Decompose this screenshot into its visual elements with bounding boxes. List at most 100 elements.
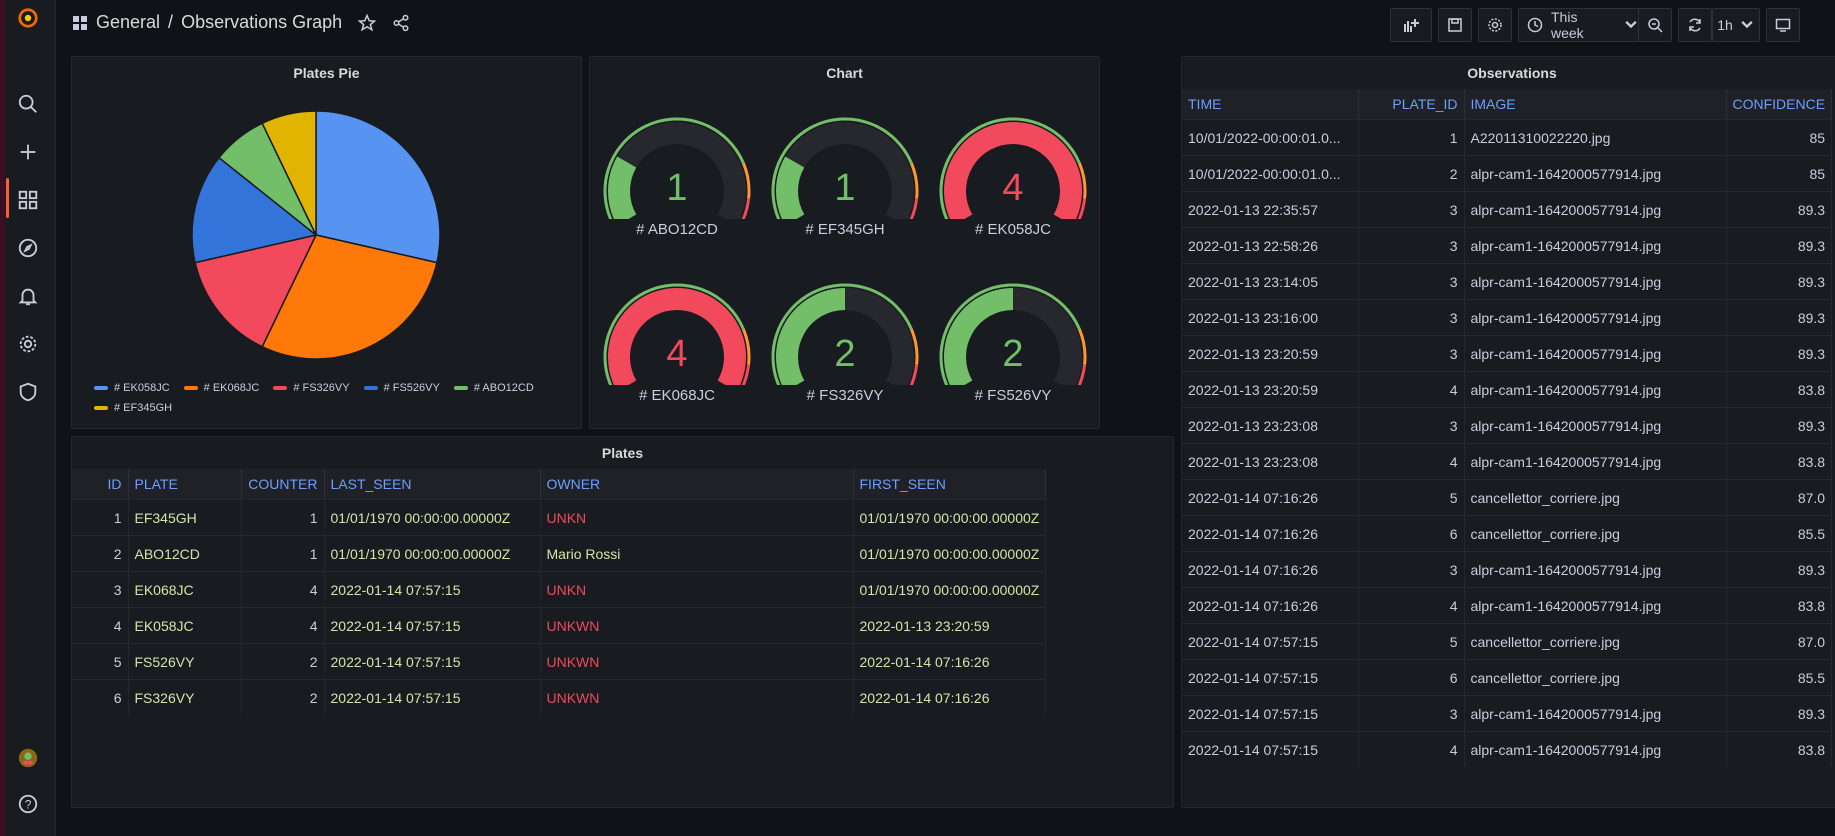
- column-header-last-seen[interactable]: LAST_SEEN: [324, 469, 541, 500]
- table-row[interactable]: 5 FS526VY 2 2022-01-14 07:57:15 UNKWN 2022-01…: [72, 643, 1047, 680]
- table-row[interactable]: 3 EK068JC 4 2022-01-14 07:57:15 UNKN 01/01/19…: [72, 571, 1047, 608]
- table-row[interactable]: 2022-01-14 07:57:15 5 cancellettor_corrier…: [1182, 623, 1833, 660]
- column-header-time[interactable]: TIME: [1182, 89, 1359, 120]
- gauge[interactable]: 1 # ABO12CD: [602, 109, 752, 249]
- table-row[interactable]: 2022-01-14 07:57:15 4 alpr-cam1-1642000577…: [1182, 731, 1833, 767]
- table-row[interactable]: 2022-01-13 23:20:59 4 alpr-cam1-1642000577…: [1182, 371, 1833, 408]
- table-row[interactable]: 10/01/2022-00:00:01.0... 1 A22011310022220…: [1182, 119, 1833, 156]
- legend-item[interactable]: # EF345GH: [94, 402, 172, 414]
- cell-image: A22011310022220.jpg: [1464, 119, 1727, 156]
- cell-image: alpr-cam1-1642000577914.jpg: [1464, 731, 1727, 767]
- cell-time: 10/01/2022-00:00:01.0...: [1182, 155, 1359, 192]
- plates-table: ID PLATE COUNTER LAST_SEEN OWNER FIRST_S…: [72, 469, 1047, 715]
- table-row[interactable]: 2022-01-14 07:57:15 6 cancellettor_corrier…: [1182, 659, 1833, 696]
- tv-mode-button[interactable]: [1766, 8, 1800, 42]
- table-row[interactable]: 2022-01-14 07:16:26 3 alpr-cam1-1642000577…: [1182, 551, 1833, 588]
- column-header-counter[interactable]: COUNTER: [241, 469, 325, 500]
- cell-last-seen: 2022-01-14 07:57:15: [324, 607, 541, 644]
- zoom-out-button[interactable]: [1638, 8, 1672, 42]
- star-icon[interactable]: [358, 13, 377, 32]
- gauge[interactable]: 4 # EK068JC: [602, 275, 752, 415]
- active-indicator: [6, 178, 9, 218]
- column-header-id[interactable]: ID: [72, 469, 129, 500]
- table-row[interactable]: 2022-01-13 23:20:59 3 alpr-cam1-1642000577…: [1182, 335, 1833, 372]
- save-dashboard-button[interactable]: [1438, 8, 1472, 42]
- grafana-logo-icon[interactable]: [14, 4, 42, 32]
- gauge[interactable]: 2 # FS526VY: [938, 275, 1088, 415]
- shield-icon[interactable]: [14, 378, 42, 406]
- cell-last-seen: 2022-01-14 07:57:15: [324, 571, 541, 608]
- legend-label: # ABO12CD: [473, 382, 534, 394]
- cell-confidence: 85.5: [1726, 659, 1833, 696]
- time-range-label: This week: [1551, 9, 1584, 41]
- cell-counter: 1: [241, 535, 325, 572]
- column-header-plate[interactable]: PLATE: [128, 469, 242, 500]
- cell-id: 3: [72, 571, 129, 608]
- table-row[interactable]: 10/01/2022-00:00:01.0... 2 alpr-cam1-16420…: [1182, 155, 1833, 192]
- legend-item[interactable]: # ABO12CD: [453, 382, 534, 394]
- cell-plate-id: 3: [1358, 335, 1465, 372]
- share-icon[interactable]: [392, 14, 410, 32]
- legend-item[interactable]: # FS326VY: [273, 382, 350, 394]
- cell-image: alpr-cam1-1642000577914.jpg: [1464, 551, 1727, 588]
- refresh-interval-picker[interactable]: 1h: [1712, 8, 1760, 42]
- cell-plate-id: 4: [1358, 371, 1465, 408]
- table-row[interactable]: 2 ABO12CD 1 01/01/1970 00:00:00.00000Z Mario…: [72, 535, 1047, 572]
- column-header-confidence[interactable]: CONFIDENCE: [1726, 89, 1833, 120]
- gauge[interactable]: 1 # EF345GH: [770, 109, 920, 249]
- table-row[interactable]: 2022-01-14 07:16:26 5 cancellettor_corrier…: [1182, 479, 1833, 516]
- table-row[interactable]: 1 EF345GH 1 01/01/1970 00:00:00.00000Z UNKN 0…: [72, 499, 1047, 536]
- alerting-bell-icon[interactable]: [14, 282, 42, 310]
- table-row[interactable]: 2022-01-14 07:16:26 6 cancellettor_corrier…: [1182, 515, 1833, 552]
- time-range-picker[interactable]: This week: [1518, 8, 1640, 42]
- user-avatar[interactable]: [14, 744, 42, 772]
- cell-plate-id: 4: [1358, 443, 1465, 480]
- settings-gear-icon[interactable]: [14, 330, 42, 358]
- cell-image: cancellettor_corriere.jpg: [1464, 479, 1727, 516]
- table-header-row: ID PLATE COUNTER LAST_SEEN OWNER FIRST_S…: [72, 469, 1047, 500]
- legend-item[interactable]: # EK058JC: [94, 382, 170, 394]
- cell-plate-id: 5: [1358, 479, 1465, 516]
- table-row[interactable]: 2022-01-13 23:16:00 3 alpr-cam1-1642000577…: [1182, 299, 1833, 336]
- table-row[interactable]: 2022-01-13 22:35:57 3 alpr-cam1-1642000577…: [1182, 191, 1833, 228]
- chart-gauge-panel: Chart 1 # ABO12CD 1 # EF345GH 4 # EK058JC 4 # E…: [589, 56, 1100, 429]
- legend-item[interactable]: # EK068JC: [183, 382, 259, 394]
- table-row[interactable]: 2022-01-14 07:57:15 3 alpr-cam1-1642000577…: [1182, 695, 1833, 732]
- table-row[interactable]: 2022-01-14 07:16:26 4 alpr-cam1-1642000577…: [1182, 587, 1833, 624]
- table-row[interactable]: 4 EK058JC 4 2022-01-14 07:57:15 UNKWN 2022-01…: [72, 607, 1047, 644]
- table-row[interactable]: 2022-01-13 22:58:26 3 alpr-cam1-1642000577…: [1182, 227, 1833, 264]
- table-row[interactable]: 2022-01-13 23:23:08 4 alpr-cam1-1642000577…: [1182, 443, 1833, 480]
- gauge[interactable]: 2 # FS326VY: [770, 275, 920, 415]
- cell-confidence: 87.0: [1726, 623, 1833, 660]
- search-icon[interactable]: [14, 90, 42, 118]
- table-row[interactable]: 2022-01-13 23:23:08 3 alpr-cam1-1642000577…: [1182, 407, 1833, 444]
- column-header-plate-id[interactable]: PLATE_ID: [1358, 89, 1465, 120]
- cell-confidence: 83.8: [1726, 587, 1833, 624]
- column-header-owner[interactable]: OWNER: [540, 469, 854, 500]
- observations-table: TIME PLATE_ID IMAGE CONFIDENCE 10/01/202…: [1182, 89, 1833, 767]
- plates-table-panel: Plates ID PLATE COUNTER LAST_SEEN OWNER …: [71, 436, 1174, 808]
- explore-compass-icon[interactable]: [14, 234, 42, 262]
- cell-time: 2022-01-13 23:20:59: [1182, 371, 1359, 408]
- legend-item[interactable]: # FS526VY: [363, 382, 440, 394]
- help-icon[interactable]: ?: [14, 790, 42, 818]
- column-header-image[interactable]: IMAGE: [1464, 89, 1727, 120]
- top-navbar: General / Observations Graph This week 1…: [56, 0, 1835, 48]
- legend-swatch: [273, 386, 288, 390]
- cell-plate-id: 5: [1358, 623, 1465, 660]
- dashboard-settings-button[interactable]: [1478, 8, 1512, 42]
- refresh-button[interactable]: [1678, 8, 1712, 42]
- table-row[interactable]: 6 FS326VY 2 2022-01-14 07:57:15 UNKWN 2022-01…: [72, 679, 1047, 715]
- plus-icon[interactable]: [14, 138, 42, 166]
- gauge-value: 4: [1002, 167, 1024, 209]
- legend-swatch: [453, 386, 468, 390]
- cell-confidence: 85: [1726, 119, 1833, 156]
- gauge[interactable]: 4 # EK058JC: [938, 109, 1088, 249]
- dashboard-title[interactable]: Observations Graph: [181, 12, 342, 33]
- add-panel-button[interactable]: [1390, 8, 1432, 42]
- cell-time: 2022-01-13 22:58:26: [1182, 227, 1359, 264]
- dashboards-icon[interactable]: [14, 186, 42, 214]
- table-row[interactable]: 2022-01-13 23:14:05 3 alpr-cam1-1642000577…: [1182, 263, 1833, 300]
- breadcrumb-folder-link[interactable]: General: [96, 12, 160, 33]
- column-header-first-seen[interactable]: FIRST_SEEN: [853, 469, 1047, 500]
